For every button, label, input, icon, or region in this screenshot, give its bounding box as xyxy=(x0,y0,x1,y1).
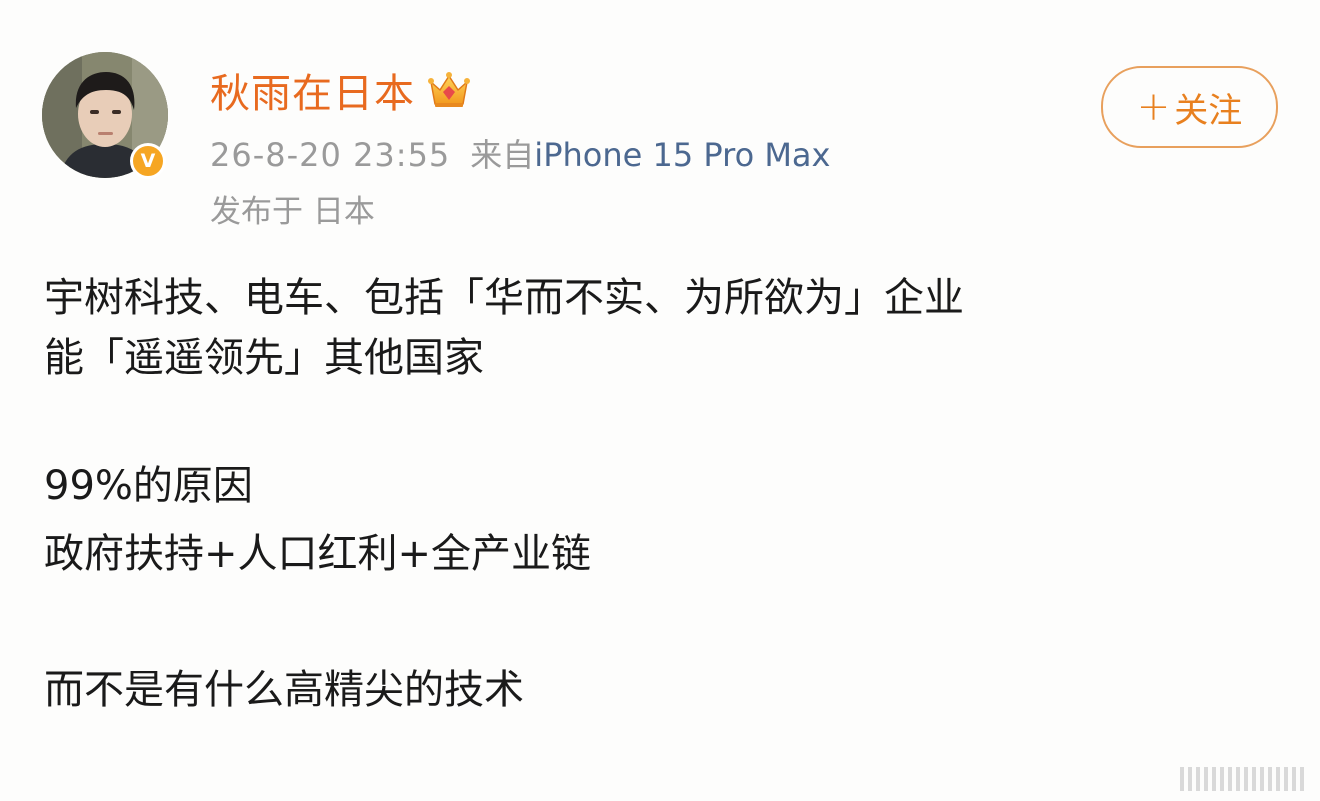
post-location: 发布于 日本 xyxy=(210,194,375,230)
author-row: 秋雨在日本 xyxy=(210,62,471,118)
weibo-post-card: V 秋雨在日本 26-8-20 23:55 来自iPhone 15 Pro Max… xyxy=(0,0,1320,801)
follow-label: 关注 xyxy=(1174,90,1243,131)
plus-icon: + xyxy=(1136,84,1171,130)
content-line: 99%的原因 xyxy=(44,463,253,509)
content-line-blank xyxy=(44,584,964,644)
post-meta: 26-8-20 23:55 来自iPhone 15 Pro Max xyxy=(210,130,830,176)
crown-icon xyxy=(428,72,470,107)
post-time: 26-8-20 23:55 xyxy=(210,136,451,174)
author-name[interactable]: 秋雨在日本 xyxy=(210,61,415,119)
content-line: 能「遥遥领先」其他国家 xyxy=(44,335,484,381)
follow-button[interactable]: + 关注 xyxy=(1101,66,1278,148)
post-content: 宇树科技、电车、包括「华而不实、为所欲为」企业 能「遥遥领先」其他国家 99%的… xyxy=(44,268,964,720)
content-line: 而不是有什么高精尖的技术 xyxy=(44,667,524,713)
content-line: 宇树科技、电车、包括「华而不实、为所欲为」企业 xyxy=(44,275,964,321)
watermark-stripes-icon xyxy=(1180,767,1304,791)
verified-v-icon: V xyxy=(130,143,166,179)
content-line: 政府扶持+人口红利+全产业链 xyxy=(44,531,592,577)
source-prefix: 来自 xyxy=(470,136,535,174)
source-device-link[interactable]: iPhone 15 Pro Max xyxy=(534,136,830,174)
content-line-blank xyxy=(44,388,964,448)
